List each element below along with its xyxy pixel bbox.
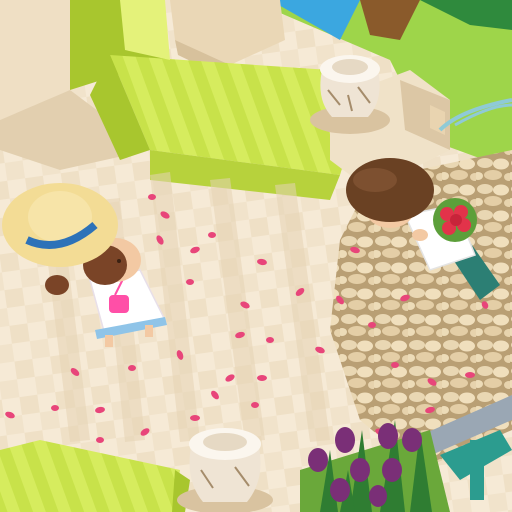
game-viewport[interactable] [0, 0, 512, 512]
game-scene[interactable] [0, 0, 512, 512]
stone-urn-icon [177, 428, 273, 512]
stone-urn-icon [310, 55, 390, 134]
handbag-icon [109, 295, 129, 313]
